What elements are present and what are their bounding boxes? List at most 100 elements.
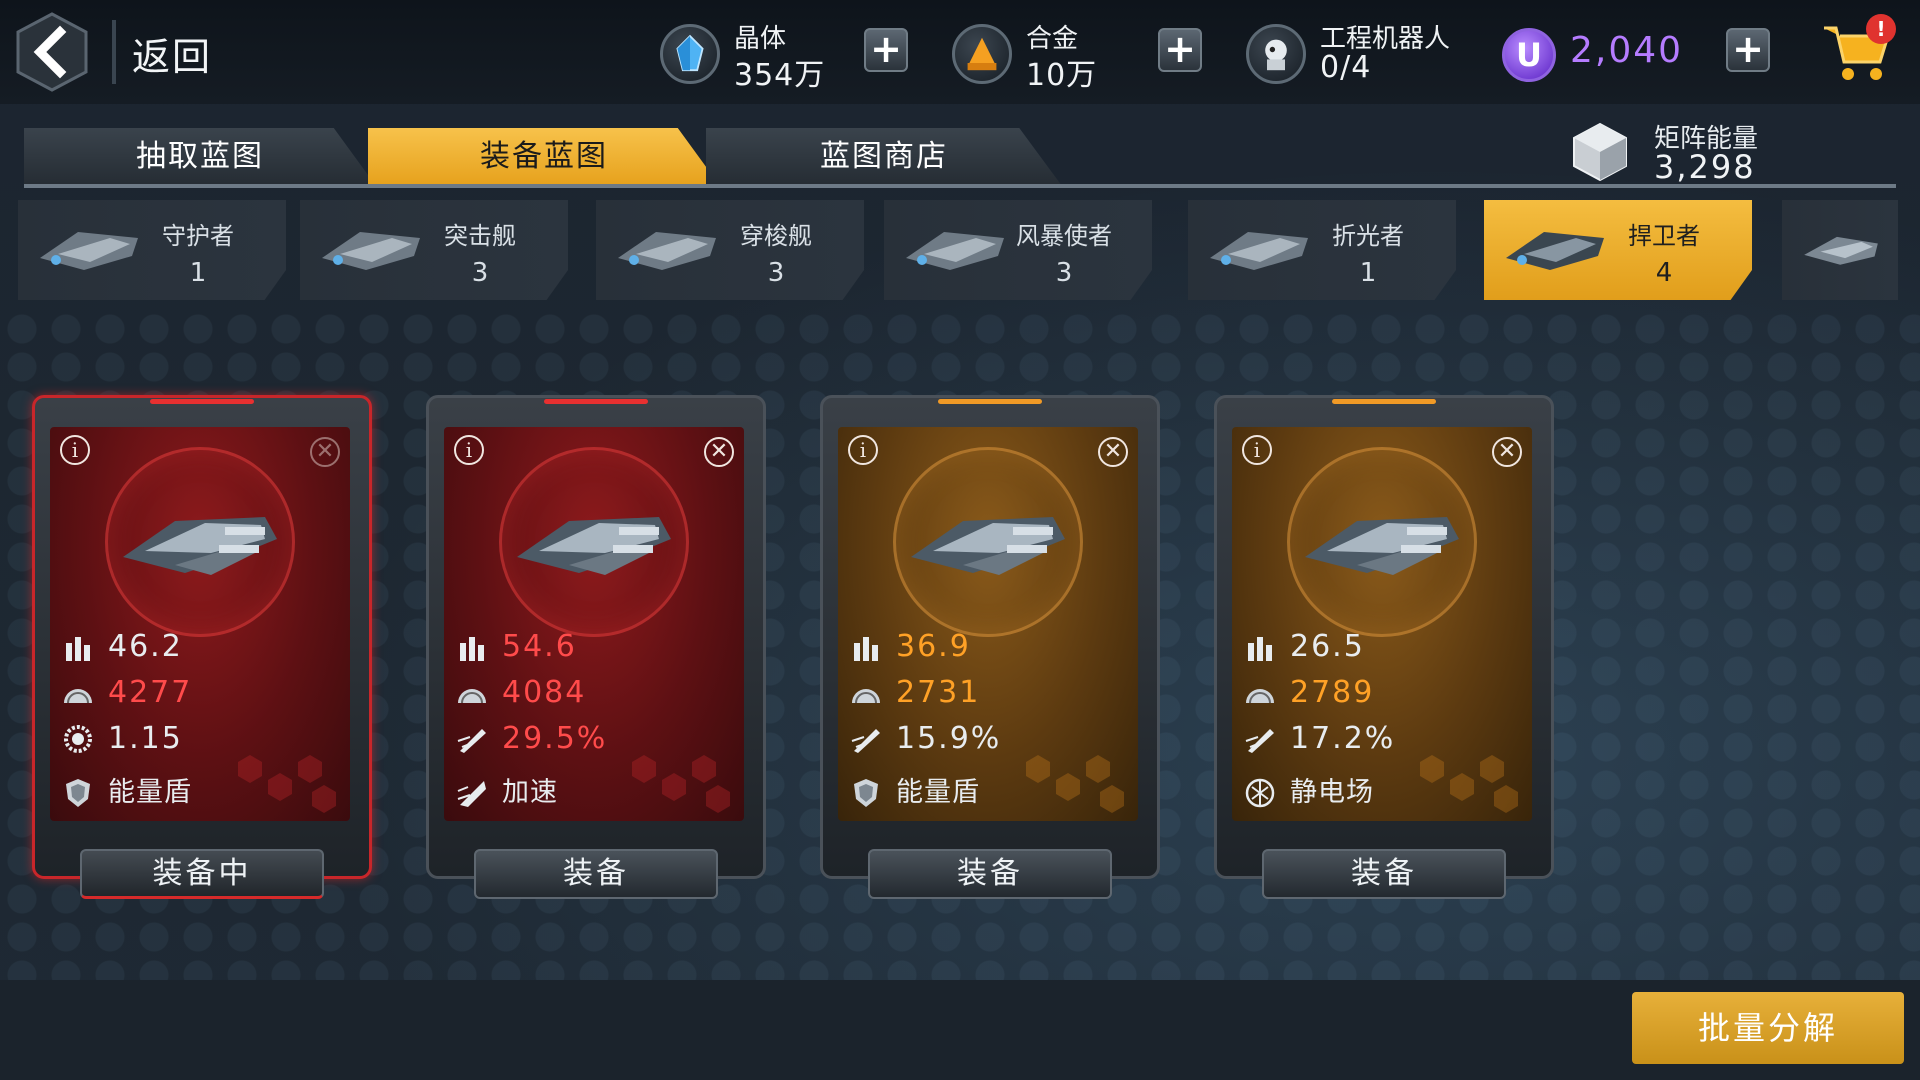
tab-draw-blueprint[interactable]: 抽取蓝图: [24, 128, 376, 186]
equip-button[interactable]: 装备: [868, 849, 1112, 899]
tab-underline: [24, 184, 1896, 188]
resource-robot: 工程机器人 0/4: [1246, 14, 1486, 90]
ship-icon: [1804, 236, 1878, 265]
resource-alloy: 合金 10万: [952, 14, 1142, 93]
blueprint-card[interactable]: i ✕ 46.2 4277 1.15 能量盾装备中: [32, 395, 372, 905]
stat-row: 26.5: [1244, 627, 1524, 667]
card-body: i ✕ 36.9 2731 15.9% 能量盾: [838, 427, 1138, 821]
rarity-light: [150, 399, 254, 404]
add-premium-button[interactable]: +: [1726, 28, 1770, 72]
stat-row: 2789: [1244, 673, 1524, 713]
ship-icon: [911, 517, 1065, 575]
info-icon[interactable]: i: [1242, 435, 1272, 465]
stat-value: 1.15: [108, 721, 183, 756]
info-icon[interactable]: i: [60, 435, 90, 465]
rarity-light: [938, 399, 1042, 404]
close-icon[interactable]: ✕: [310, 437, 340, 467]
equip-button[interactable]: 装备: [474, 849, 718, 899]
category-name: 突击舰: [444, 222, 516, 250]
premium-currency-icon: U: [1502, 28, 1556, 82]
card-body: i ✕ 46.2 4277 1.15 能量盾: [50, 427, 350, 821]
stat-value: 15.9%: [896, 721, 1002, 756]
rarity-light: [1332, 399, 1436, 404]
stat-row: 36.9: [850, 627, 1130, 667]
hex-decoration: [1420, 755, 1518, 813]
stat-row: 4277: [62, 673, 342, 713]
top-bar: 返回 晶体 354万 + 合金 10万 + 工程机器人 0/4 U 2,040 …: [0, 0, 1920, 104]
category-more[interactable]: [1782, 200, 1898, 300]
stat-row: 46.2: [62, 627, 342, 667]
card-body: i ✕ 26.5 2789 17.2% 静电场: [1232, 427, 1532, 821]
stat-value: 能量盾: [108, 777, 192, 808]
close-icon[interactable]: ✕: [704, 437, 734, 467]
category-count: 1: [189, 258, 207, 288]
category-item[interactable]: 捍卫者 4: [1484, 200, 1752, 300]
matrix-cube-icon: [1573, 122, 1627, 182]
blueprint-card[interactable]: i ✕ 54.6 4084 29.5% 加速装备: [426, 395, 766, 905]
category-item[interactable]: 折光者 1: [1188, 200, 1456, 300]
matrix-energy-value: 3,298: [1654, 148, 1756, 186]
stat-value: 静电场: [1290, 777, 1374, 808]
divider: [112, 20, 116, 84]
category-name: 风暴使者: [1016, 222, 1112, 250]
stat-value: 4277: [108, 675, 193, 710]
hex-decoration: [1026, 755, 1124, 813]
category-item[interactable]: 穿梭舰 3: [596, 200, 864, 300]
stat-value: 26.5: [1290, 629, 1365, 664]
category-item[interactable]: 风暴使者 3: [884, 200, 1152, 300]
category-name: 折光者: [1332, 222, 1404, 250]
resource-value: 354万: [734, 58, 826, 93]
add-crystal-button[interactable]: +: [864, 28, 908, 72]
category-count: 1: [1359, 258, 1377, 288]
stat-value: 2731: [896, 675, 981, 710]
category-name: 穿梭舰: [740, 222, 812, 250]
stat-value: 46.2: [108, 629, 183, 664]
hex-decoration: [238, 755, 336, 813]
category-count: 4: [1655, 258, 1673, 288]
resource-value: 0/4: [1320, 50, 1372, 85]
alloy-icon: [952, 24, 1012, 84]
rarity-light: [544, 399, 648, 404]
hex-decoration: [632, 755, 730, 813]
blueprint-card[interactable]: i ✕ 26.5 2789 17.2% 静电场装备: [1214, 395, 1554, 905]
close-icon[interactable]: ✕: [1492, 437, 1522, 467]
robot-icon: [1246, 24, 1306, 84]
stat-value: 加速: [502, 777, 558, 808]
back-label[interactable]: 返回: [132, 26, 212, 81]
stat-value: 2789: [1290, 675, 1375, 710]
ship-icon: [123, 517, 277, 575]
blueprint-card[interactable]: i ✕ 36.9 2731 15.9% 能量盾装备: [820, 395, 1160, 905]
stat-row: 2731: [850, 673, 1130, 713]
equipped-button[interactable]: 装备中: [80, 849, 324, 899]
category-item[interactable]: 突击舰 3: [300, 200, 568, 300]
back-button[interactable]: [14, 10, 90, 94]
stat-value: 4084: [502, 675, 587, 710]
card-body: i ✕ 54.6 4084 29.5% 加速: [444, 427, 744, 821]
ship-icon: [1305, 517, 1459, 575]
add-alloy-button[interactable]: +: [1158, 28, 1202, 72]
stat-row: 4084: [456, 673, 736, 713]
category-name: 捍卫者: [1628, 222, 1700, 250]
category-count: 3: [471, 258, 489, 288]
tab-blueprint-shop[interactable]: 蓝图商店: [706, 128, 1062, 186]
info-icon[interactable]: i: [454, 435, 484, 465]
ship-icon: [517, 517, 671, 575]
category-name: 守护者: [162, 222, 234, 250]
stat-value: 17.2%: [1290, 721, 1396, 756]
stat-value: 29.5%: [502, 721, 608, 756]
category-count: 3: [1055, 258, 1073, 288]
batch-dismantle-button[interactable]: 批量分解: [1632, 992, 1904, 1064]
tab-equip-blueprint[interactable]: 装备蓝图: [368, 128, 720, 186]
stat-value: 54.6: [502, 629, 577, 664]
category-item[interactable]: 守护者 1: [18, 200, 286, 300]
info-icon[interactable]: i: [848, 435, 878, 465]
stat-value: 能量盾: [896, 777, 980, 808]
stat-value: 36.9: [896, 629, 971, 664]
crystal-icon: [660, 24, 720, 84]
premium-currency-value: 2,040: [1570, 30, 1684, 71]
notification-badge: !: [1866, 14, 1896, 44]
equip-button[interactable]: 装备: [1262, 849, 1506, 899]
close-icon[interactable]: ✕: [1098, 437, 1128, 467]
resource-value: 10万: [1026, 58, 1098, 93]
chevron-left-icon: [16, 12, 88, 92]
